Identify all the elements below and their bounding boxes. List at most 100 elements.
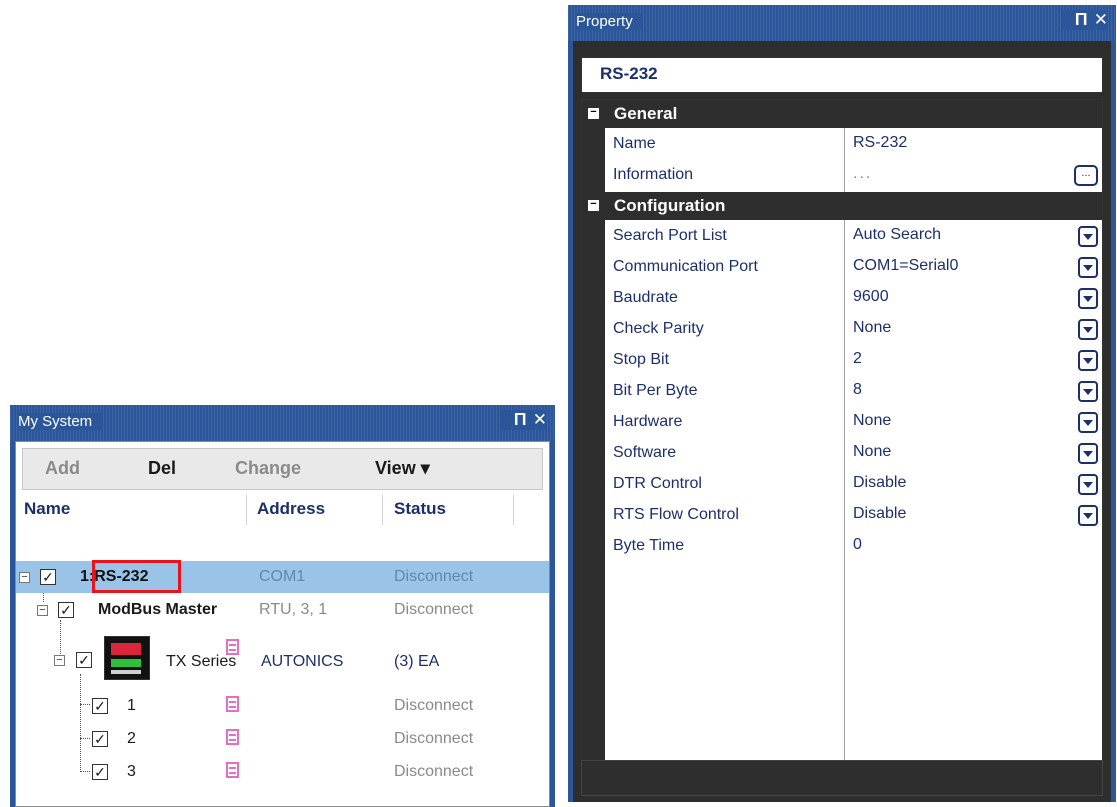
device-list-icon (226, 729, 239, 745)
property-value[interactable]: Auto Search (853, 226, 941, 244)
row-checkbox[interactable]: ✓ (92, 731, 108, 747)
device-thumbnail-icon (104, 636, 150, 680)
property-row-bit-per-byte[interactable]: Bit Per Byte 8 (605, 376, 1102, 407)
property-row-search-port-list[interactable]: Search Port List Auto Search (605, 221, 1102, 252)
property-row-software[interactable]: Software None (605, 438, 1102, 469)
dropdown-button[interactable] (1078, 505, 1098, 526)
tree-row-tx-series[interactable]: − ✓ TX Series AUTONICS (3) EA (16, 630, 549, 682)
column-headers: Name Address Status (16, 497, 549, 523)
property-value[interactable]: COM1=Serial0 (853, 257, 958, 275)
my-system-body: Add Del Change View ▾ Name Address Statu… (15, 441, 550, 807)
property-value[interactable]: None (853, 443, 891, 461)
property-key: Search Port List (613, 227, 727, 244)
tree-row-2[interactable]: ✓ 2 Disconnect (16, 723, 549, 755)
property-value[interactable]: 8 (853, 381, 862, 399)
property-key: Bit Per Byte (613, 382, 698, 399)
property-row-communication-port[interactable]: Communication Port COM1=Serial0 (605, 252, 1102, 283)
dropdown-button[interactable] (1078, 319, 1098, 340)
close-icon[interactable]: ✕ (1094, 10, 1108, 30)
row-name: 2 (127, 730, 136, 747)
property-key: Name (613, 135, 656, 152)
collapse-icon[interactable]: − (588, 199, 599, 211)
row-checkbox[interactable]: ✓ (92, 698, 108, 714)
my-system-toolbar: Add Del Change View ▾ (22, 448, 543, 490)
my-system-title: My System (18, 413, 103, 430)
add-button[interactable]: Add (45, 458, 80, 479)
row-status: Disconnect (394, 763, 474, 780)
dropdown-button[interactable] (1078, 350, 1098, 371)
property-value[interactable]: ... (853, 165, 872, 183)
property-value[interactable]: None (853, 412, 891, 430)
row-checkbox[interactable]: ✓ (58, 602, 74, 618)
column-separator[interactable] (513, 495, 514, 525)
category-configuration[interactable]: − Configuration (582, 192, 1102, 220)
category-label: Configuration (614, 196, 726, 215)
column-header-status[interactable]: Status (394, 499, 446, 519)
view-menu-button[interactable]: View ▾ (375, 458, 430, 479)
column-header-name[interactable]: Name (24, 499, 70, 519)
dropdown-button[interactable] (1078, 288, 1098, 309)
tree-row-modbus-master[interactable]: − ✓ ModBus Master RTU, 3, 1 Disconnect (16, 594, 549, 626)
property-value[interactable]: RS-232 (853, 134, 907, 152)
row-address: AUTONICS (261, 653, 344, 670)
row-name: 3 (127, 763, 136, 780)
column-header-address[interactable]: Address (257, 499, 325, 519)
dropdown-button[interactable] (1078, 381, 1098, 402)
dropdown-button[interactable] (1078, 443, 1098, 464)
close-icon[interactable]: ✕ (533, 410, 547, 430)
property-key: Software (613, 444, 677, 461)
collapse-toggle[interactable]: − (54, 655, 65, 666)
my-system-titlebar: My System 𝚷 ✕ (10, 405, 555, 441)
row-status: Disconnect (394, 697, 474, 714)
row-address: COM1 (259, 568, 306, 585)
dropdown-button[interactable] (1078, 257, 1098, 278)
property-value[interactable]: 0 (853, 536, 862, 554)
row-checkbox[interactable]: ✓ (92, 764, 108, 780)
property-value[interactable]: Disable (853, 474, 906, 492)
highlight-box (92, 560, 181, 593)
property-panel: Property 𝚷 ✕ RS-232 − General Name RS-232… (568, 5, 1116, 802)
collapse-toggle[interactable]: − (19, 572, 30, 583)
collapse-icon[interactable]: − (588, 107, 599, 119)
collapse-toggle[interactable]: − (37, 605, 48, 616)
property-row-rts-flow-control[interactable]: RTS Flow Control Disable (605, 500, 1102, 531)
property-row-stop-bit[interactable]: Stop Bit 2 (605, 345, 1102, 376)
row-name: TX Series (166, 653, 237, 670)
change-button[interactable]: Change (235, 458, 301, 479)
property-row-dtr-control[interactable]: DTR Control Disable (605, 469, 1102, 500)
row-status: Disconnect (394, 568, 474, 585)
dropdown-button[interactable] (1078, 412, 1098, 433)
property-value[interactable]: None (853, 319, 891, 337)
row-checkbox[interactable]: ✓ (40, 569, 56, 585)
pin-icon[interactable]: 𝚷 (1075, 10, 1088, 30)
my-system-panel: My System 𝚷 ✕ Add Del Change View ▾ Name … (10, 405, 555, 807)
row-checkbox[interactable]: ✓ (76, 652, 92, 668)
column-separator[interactable] (382, 495, 383, 525)
tree-row-1[interactable]: ✓ 1 Disconnect (16, 690, 549, 722)
property-value[interactable]: 2 (853, 350, 862, 368)
property-titlebar: Property 𝚷 ✕ (568, 5, 1116, 41)
row-status: (3) EA (394, 653, 440, 670)
dropdown-button[interactable] (1078, 474, 1098, 495)
property-value[interactable]: 9600 (853, 288, 889, 306)
property-row-baudrate[interactable]: Baudrate 9600 (605, 283, 1102, 314)
tree-row-3[interactable]: ✓ 3 Disconnect (16, 756, 549, 788)
category-general[interactable]: − General (582, 100, 1102, 128)
property-row-name[interactable]: Name RS-232 (605, 129, 1102, 160)
property-row-hardware[interactable]: Hardware None (605, 407, 1102, 438)
del-button[interactable]: Del (148, 458, 176, 479)
ellipsis-button[interactable]: ... (1074, 165, 1098, 186)
property-row-byte-time[interactable]: Byte Time 0 (605, 531, 1102, 562)
property-row-information[interactable]: Information ... ... (605, 160, 1102, 191)
property-row-check-parity[interactable]: Check Parity None (605, 314, 1102, 345)
pin-icon[interactable]: 𝚷 (514, 410, 527, 430)
device-list-icon (226, 762, 239, 778)
property-key: Byte Time (613, 537, 685, 554)
row-address: RTU, 3, 1 (259, 601, 328, 618)
dropdown-button[interactable] (1078, 226, 1098, 247)
property-help-bar (581, 760, 1103, 796)
selected-object-label: RS-232 (600, 64, 658, 83)
property-key: Check Parity (613, 320, 704, 337)
property-value[interactable]: Disable (853, 505, 906, 523)
column-separator[interactable] (246, 495, 247, 525)
